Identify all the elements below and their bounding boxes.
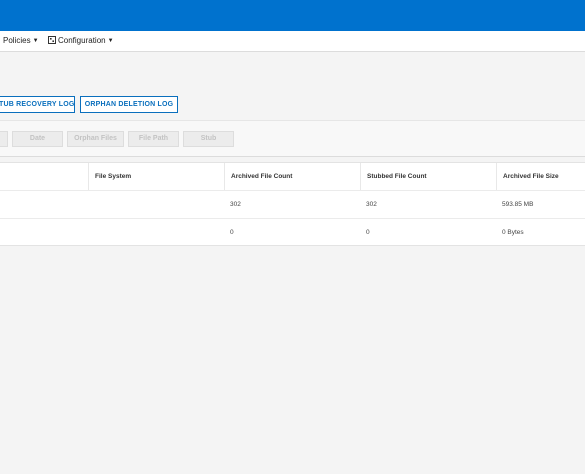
cell-archived-file-count: 0 [230,229,234,236]
column-header-stubbed-file-count[interactable]: Stubbed File Count [360,163,497,190]
table-row[interactable]: 0 0 0 Bytes [0,218,585,246]
caret-down-icon: ▼ [32,38,39,44]
config-icon [48,36,56,44]
cell-file-system [88,191,94,218]
cell-archived-file-size: 593.85 MB [502,201,534,208]
orphan-deletion-log-button[interactable]: ORPHAN DELETION LOG [80,96,178,113]
filter-bar: Date Orphan Files File Path Stub [0,120,585,157]
table-row[interactable]: 302 302 593.85 MB [0,190,585,218]
caret-down-icon: ▼ [107,38,114,44]
nav-bar: Policies ▼ Configuration ▼ [0,31,585,52]
cell-stubbed-file-count: 302 [366,201,377,208]
column-header-archived-file-size[interactable]: Archived File Size [496,163,585,190]
cell-stubbed-file-count: 0 [366,229,370,236]
filter-button-partial[interactable] [0,131,8,147]
results-table: File System Archived File Count Stubbed … [0,162,585,246]
app-header-bar [0,0,585,31]
cell-archived-file-size: 0 Bytes [502,229,524,236]
nav-configuration-menu[interactable]: Configuration ▼ [48,36,114,45]
filter-stub-button[interactable]: Stub [183,131,234,147]
nav-configuration-label: Configuration [58,36,106,45]
column-header-file-system[interactable]: File System [88,163,225,190]
cell-archived-file-count: 302 [230,201,241,208]
nav-policies-label: Policies [3,36,31,45]
cell-file-system [88,219,94,246]
filter-file-path-button[interactable]: File Path [128,131,179,147]
filter-orphan-files-button[interactable]: Orphan Files [67,131,124,147]
stub-recovery-log-button[interactable]: TUB RECOVERY LOG [0,96,75,113]
nav-policies-menu[interactable]: Policies ▼ [3,36,39,45]
column-header-archived-file-count[interactable]: Archived File Count [224,163,361,190]
filter-date-button[interactable]: Date [12,131,63,147]
